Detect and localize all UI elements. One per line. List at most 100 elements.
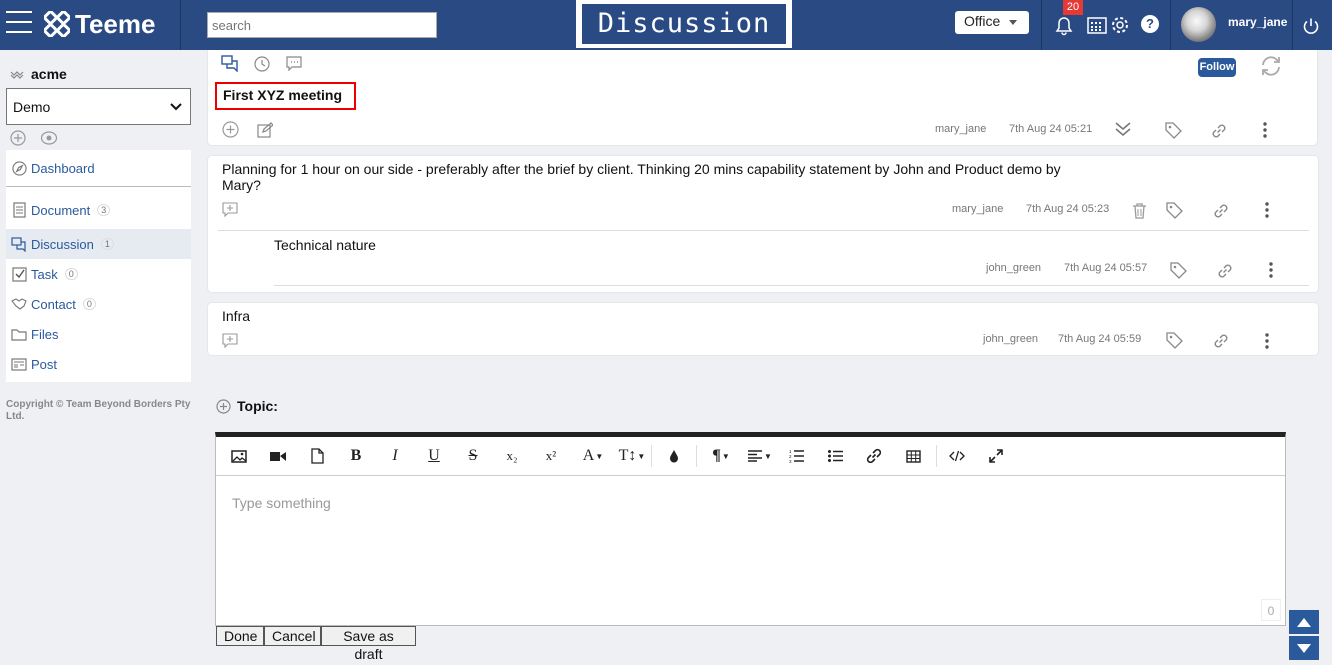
insert-image-icon[interactable]	[224, 437, 254, 475]
tag-icon[interactable]	[1166, 202, 1183, 219]
author: mary_jane	[935, 123, 987, 135]
more-vertical-icon[interactable]	[1268, 262, 1274, 278]
insert-link-icon[interactable]	[859, 437, 889, 475]
scroll-up-button[interactable]	[1289, 610, 1319, 634]
app-logo[interactable]: Teeme	[44, 7, 155, 41]
link-icon[interactable]	[1212, 202, 1230, 220]
page-title-text: Discussion	[582, 4, 786, 44]
align-left-icon	[748, 450, 763, 462]
edit-icon[interactable]	[257, 122, 273, 138]
tag-icon[interactable]	[1166, 332, 1183, 349]
arrow-up-icon	[1297, 617, 1311, 627]
save-draft-button[interactable]: Save as draft	[321, 626, 416, 662]
timestamp: 7th Aug 24 05:21	[1009, 123, 1093, 135]
comment-card: Planning for 1 hour on our side - prefer…	[207, 155, 1319, 293]
add-circle-icon[interactable]	[10, 130, 26, 146]
more-vertical-icon[interactable]	[1264, 333, 1270, 349]
app-name: Teeme	[75, 8, 156, 39]
more-vertical-icon[interactable]	[1262, 122, 1268, 138]
link-icon[interactable]	[1216, 262, 1234, 280]
topic-label: Topic:	[216, 398, 278, 414]
insert-table-icon[interactable]	[898, 437, 928, 475]
power-icon[interactable]	[1302, 17, 1320, 38]
sidebar-item-discussion[interactable]: Discussion 1	[6, 229, 191, 259]
italic-button[interactable]: I	[380, 437, 410, 475]
paragraph-dropdown[interactable]: ¶ ▼	[703, 437, 739, 475]
unordered-list-icon[interactable]	[820, 437, 850, 475]
sidebar: acme Demo Dashboard Document 3 Discussio…	[0, 50, 197, 665]
discussion-icon[interactable]	[221, 55, 239, 72]
author: mary_jane	[952, 203, 1004, 215]
ordered-list-icon[interactable]: 123	[781, 437, 811, 475]
sidebar-item-post[interactable]: Post	[6, 349, 191, 379]
add-circle-icon[interactable]	[222, 121, 239, 138]
character-counter: 0	[1261, 599, 1281, 621]
refresh-icon[interactable]	[1259, 55, 1283, 77]
eye-icon[interactable]	[40, 130, 58, 146]
discussion-card: Follow First XYZ meeting mary_jane 7th A…	[207, 50, 1318, 146]
insert-video-icon[interactable]	[263, 437, 293, 475]
bell-icon[interactable]	[1054, 16, 1074, 39]
sidebar-item-label: Post	[31, 356, 58, 372]
sidebar-item-contact[interactable]: Contact 0	[6, 289, 191, 319]
calendar-icon[interactable]	[1087, 16, 1107, 37]
insert-file-icon[interactable]	[302, 437, 332, 475]
fullscreen-icon[interactable]	[981, 437, 1011, 475]
sidebar-item-document[interactable]: Document 3	[6, 195, 191, 225]
trash-icon[interactable]	[1132, 202, 1147, 219]
workspace-select[interactable]: Demo	[6, 88, 191, 125]
follow-button[interactable]: Follow	[1198, 58, 1236, 77]
bold-button[interactable]: B	[341, 437, 371, 475]
editor-placeholder[interactable]: Type something	[232, 495, 331, 511]
search-input[interactable]	[207, 12, 437, 38]
link-icon[interactable]	[1210, 122, 1228, 140]
sidebar-item-task[interactable]: Task 0	[6, 259, 191, 289]
tag-icon[interactable]	[1165, 122, 1182, 139]
cancel-button[interactable]: Cancel	[264, 626, 321, 646]
add-circle-icon[interactable]	[216, 398, 231, 414]
comment-icon[interactable]	[286, 56, 302, 71]
topic-label-text: Topic:	[237, 398, 278, 414]
scroll-down-button[interactable]	[1289, 636, 1319, 660]
author: john_green	[986, 262, 1042, 274]
reply-icon[interactable]	[222, 333, 238, 349]
caret-icon: ▼	[595, 451, 604, 461]
compass-icon	[11, 160, 27, 176]
rich-text-editor: B I U S x₂ x² A ▼ T↕ ▼ ¶ ▼ ▼ 123 Type somet…	[215, 432, 1286, 626]
tag-icon[interactable]	[1170, 262, 1187, 279]
clock-icon[interactable]	[254, 56, 270, 72]
more-vertical-icon[interactable]	[1264, 202, 1270, 218]
office-dropdown[interactable]: Office	[955, 11, 1029, 34]
avatar[interactable]	[1181, 7, 1216, 42]
done-button[interactable]: Done	[216, 626, 264, 646]
username[interactable]: mary_jane	[1228, 15, 1287, 29]
font-size-dropdown[interactable]: T↕ ▼	[614, 437, 650, 475]
link-icon[interactable]	[1212, 332, 1230, 350]
timestamp: 7th Aug 24 05:59	[1058, 333, 1142, 345]
post-icon	[11, 356, 27, 372]
help-icon[interactable]: ?	[1141, 15, 1159, 33]
font-color-dropdown[interactable]: A ▼	[575, 437, 611, 475]
notification-badge: 20	[1063, 0, 1083, 15]
gear-icon[interactable]	[1110, 15, 1130, 38]
chevron-down-icon	[1009, 20, 1017, 25]
reply-icon[interactable]	[222, 202, 238, 218]
menu-icon[interactable]	[6, 11, 32, 33]
strikethrough-button[interactable]: S	[458, 437, 488, 475]
sidebar-item-files[interactable]: Files	[6, 319, 191, 349]
chevron-down-icon	[170, 103, 182, 111]
subscript-button[interactable]: x₂	[497, 437, 527, 475]
org-header: acme	[10, 66, 67, 82]
timestamp: 7th Aug 24 05:57	[1064, 262, 1148, 274]
sidebar-item-dashboard[interactable]: Dashboard	[6, 153, 191, 183]
sidebar-item-label: Contact	[31, 296, 76, 312]
underline-button[interactable]: U	[419, 437, 449, 475]
align-dropdown[interactable]: ▼	[742, 437, 778, 475]
code-view-icon[interactable]	[942, 437, 972, 475]
superscript-button[interactable]: x²	[536, 437, 566, 475]
count-badge: 0	[82, 298, 96, 310]
color-drop-icon[interactable]	[659, 437, 689, 475]
workspace-selected: Demo	[13, 99, 51, 115]
page-title: Discussion	[576, 0, 792, 48]
chevron-double-down-icon[interactable]	[1114, 121, 1132, 137]
